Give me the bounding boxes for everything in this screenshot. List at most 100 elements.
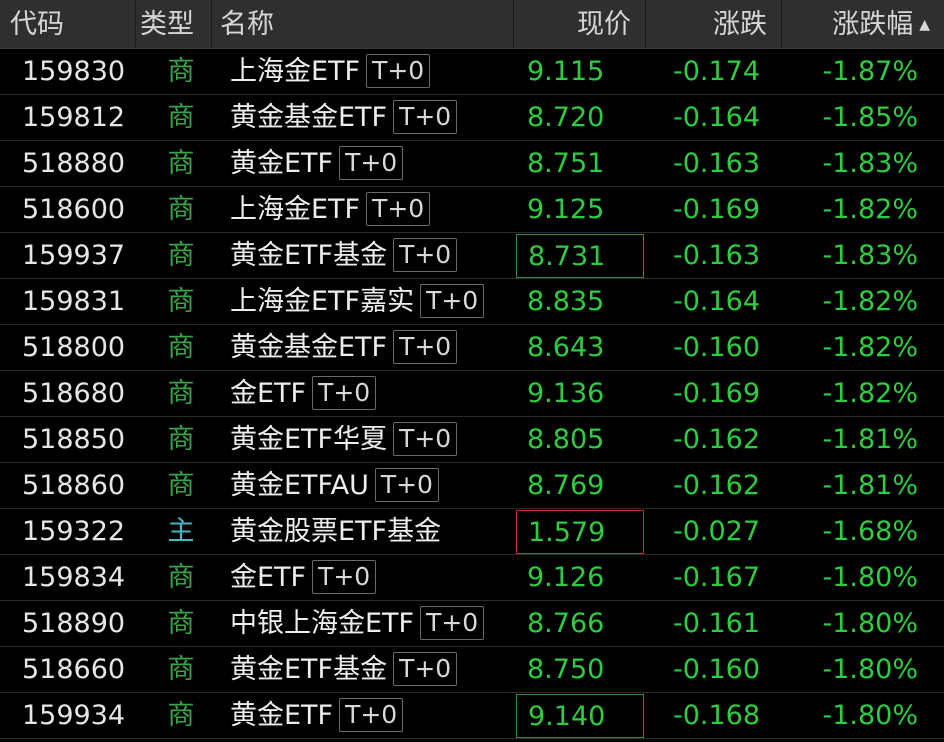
stock-name: 黄金ETF华夏: [230, 424, 388, 455]
t0-tag: T+0: [393, 421, 458, 456]
t0-tag: T+0: [420, 605, 485, 640]
price-change: -0.160: [672, 332, 760, 363]
type-badge: 主: [167, 516, 195, 547]
table-row[interactable]: 518600 商 上海金ETF T+0 9.125 -0.169 -1.82%: [0, 187, 944, 233]
table-row[interactable]: 159322 主 黄金股票ETF基金 1.579 -0.027 -1.68%: [0, 509, 944, 555]
change-percent: -1.68%: [822, 516, 918, 547]
stock-name-cell: 中银上海金ETF T+0: [230, 601, 485, 647]
stock-code: 518860: [22, 470, 126, 501]
stock-name-cell: 黄金ETF T+0: [230, 141, 404, 187]
price-change: -0.161: [672, 608, 760, 639]
column-header-code-label: 代码: [10, 9, 64, 40]
price-change: -0.164: [672, 102, 760, 133]
column-header-pct[interactable]: 涨跌幅 ▲: [782, 0, 944, 48]
stock-name: 上海金ETF: [230, 56, 361, 87]
stock-code: 518890: [22, 608, 126, 639]
table-row[interactable]: 518680 商 金ETF T+0 9.136 -0.169 -1.82%: [0, 371, 944, 417]
current-price: 8.720: [527, 102, 605, 133]
triangle-up-icon[interactable]: ▲: [919, 17, 930, 33]
change-percent: -1.80%: [822, 562, 918, 593]
current-price: 8.805: [527, 424, 605, 455]
stock-code: 159830: [22, 56, 126, 87]
stock-name-cell: 黄金股票ETF基金: [230, 509, 441, 555]
column-header-change-label: 涨跌: [713, 9, 767, 40]
price-change: -0.167: [672, 562, 760, 593]
stock-name-cell: 黄金ETF基金 T+0: [230, 647, 458, 693]
price-change: -0.169: [672, 194, 760, 225]
current-price: 8.769: [527, 470, 605, 501]
price-change: -0.164: [672, 286, 760, 317]
table-row[interactable]: 518860 商 黄金ETFAU T+0 8.769 -0.162 -1.81%: [0, 463, 944, 509]
quote-table: 代码 类型 名称 现价 涨跌 涨跌幅 ▲ 159830 商上海金ETF T+0 9.11…: [0, 0, 944, 742]
change-percent: -1.80%: [822, 608, 918, 639]
column-header-name[interactable]: 名称: [212, 0, 514, 48]
table-header: 代码 类型 名称 现价 涨跌 涨跌幅 ▲: [0, 0, 944, 49]
type-badge: 商: [167, 654, 195, 685]
table-body: 159830 商上海金ETF T+0 9.115 -0.174 -1.87% 159812 商…: [0, 49, 944, 739]
stock-name-cell: 黄金ETFAU T+0: [230, 463, 439, 509]
change-percent: -1.87%: [822, 56, 918, 87]
price-change: -0.027: [672, 516, 760, 547]
table-row[interactable]: 159834 商 金ETF T+0 9.126 -0.167 -1.80%: [0, 555, 944, 601]
table-row[interactable]: 518890 商 中银上海金ETF T+0 8.766 -0.161 -1.80%: [0, 601, 944, 647]
table-row[interactable]: 518880 商 黄金ETF T+0 8.751 -0.163 -1.83%: [0, 141, 944, 187]
table-row[interactable]: 159831 商 上海金ETF嘉实 T+0 8.835 -0.164 -1.82%: [0, 279, 944, 325]
stock-code: 159834: [22, 562, 126, 593]
table-row[interactable]: 159937 商 黄金ETF基金 T+0 8.731 -0.163 -1.83%: [0, 233, 944, 279]
stock-code: 159934: [22, 700, 126, 731]
t0-tag: T+0: [393, 329, 458, 364]
change-percent: -1.83%: [822, 240, 918, 271]
t0-tag: T+0: [393, 651, 458, 686]
change-percent: -1.83%: [822, 148, 918, 179]
current-price: 8.766: [527, 608, 605, 639]
column-header-type-label: 类型: [140, 9, 194, 40]
current-price: 9.125: [527, 194, 605, 225]
t0-tag: T+0: [393, 99, 458, 134]
t0-tag: T+0: [312, 559, 377, 594]
current-price: 8.750: [527, 654, 605, 685]
table-row[interactable]: 159812 商 黄金基金ETF T+0 8.720 -0.164 -1.85%: [0, 95, 944, 141]
column-header-code[interactable]: 代码: [0, 0, 136, 48]
table-row[interactable]: 518660 商 黄金ETF基金 T+0 8.750 -0.160 -1.80%: [0, 647, 944, 693]
stock-code: 518880: [22, 148, 126, 179]
type-badge: 商: [167, 148, 195, 179]
price-change: -0.163: [672, 148, 760, 179]
stock-name-cell: 黄金基金ETF T+0: [230, 325, 458, 371]
change-percent: -1.82%: [822, 194, 918, 225]
stock-name: 上海金ETF: [230, 194, 361, 225]
table-row[interactable]: 159830 商 上海金ETF T+0 9.115 -0.174 -1.87%: [0, 49, 944, 95]
table-row[interactable]: 159934 商 黄金ETF T+0 9.140 -0.168 -1.80%: [0, 693, 944, 739]
current-price: 9.140: [516, 694, 644, 738]
type-badge: 商: [167, 378, 195, 409]
column-header-price[interactable]: 现价: [514, 0, 646, 48]
stock-name-cell: 黄金ETF基金 T+0: [230, 233, 458, 279]
price-change: -0.174: [672, 56, 760, 87]
type-badge: 商: [167, 194, 195, 225]
table-row[interactable]: 518800 商 黄金基金ETF T+0 8.643 -0.160 -1.82%: [0, 325, 944, 371]
stock-name-cell: 上海金ETF嘉实 T+0: [230, 279, 485, 325]
table-row[interactable]: 518850 商 黄金ETF华夏 T+0 8.805 -0.162 -1.81%: [0, 417, 944, 463]
stock-name: 金ETF: [230, 562, 307, 593]
stock-name-cell: 黄金ETF华夏 T+0: [230, 417, 458, 463]
stock-name: 上海金ETF嘉实: [230, 286, 415, 317]
price-change: -0.163: [672, 240, 760, 271]
stock-code: 518660: [22, 654, 126, 685]
column-header-change[interactable]: 涨跌: [646, 0, 782, 48]
current-price: 8.731: [516, 234, 644, 278]
change-percent: -1.80%: [822, 700, 918, 731]
t0-tag: T+0: [366, 53, 431, 88]
t0-tag: T+0: [393, 237, 458, 272]
column-header-type[interactable]: 类型: [136, 0, 212, 48]
price-change: -0.162: [672, 424, 760, 455]
stock-code: 518800: [22, 332, 126, 363]
t0-tag: T+0: [339, 145, 404, 180]
type-badge: 商: [167, 470, 195, 501]
stock-name-cell: 上海金ETF T+0: [230, 49, 431, 95]
stock-code: 159322: [22, 516, 126, 547]
stock-name: 黄金ETF基金: [230, 654, 388, 685]
price-change: -0.160: [672, 654, 760, 685]
stock-name-cell: 金ETF T+0: [230, 371, 377, 417]
change-percent: -1.82%: [822, 286, 918, 317]
stock-name-cell: 黄金基金ETF T+0: [230, 95, 458, 141]
current-price: 8.751: [527, 148, 605, 179]
